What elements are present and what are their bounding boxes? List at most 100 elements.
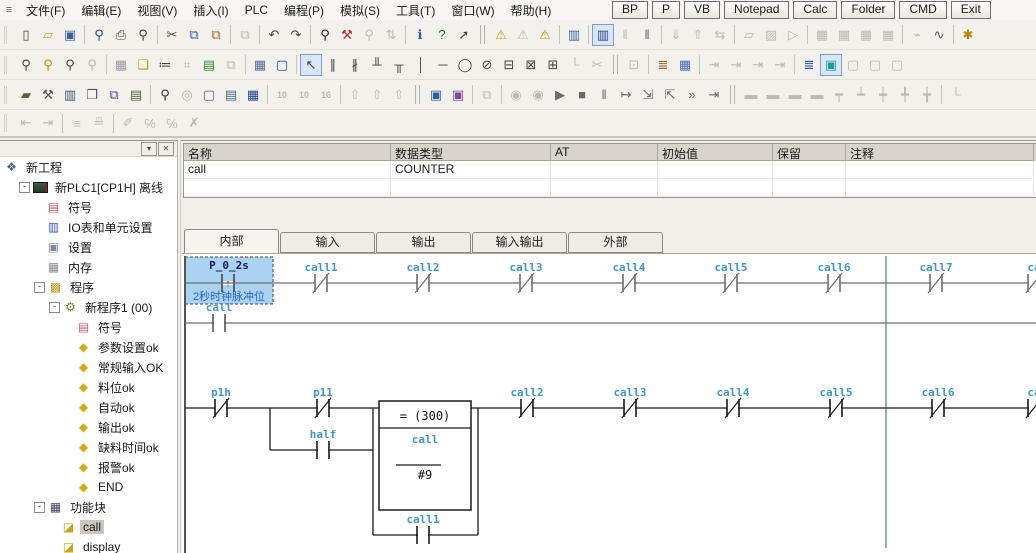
table-cell[interactable]: call [184, 161, 391, 179]
show-rung-annotations-icon[interactable]: ⊡ [623, 54, 645, 76]
about-icon[interactable]: ℹ [409, 24, 431, 46]
delete-line-icon[interactable]: ✂ [586, 54, 608, 76]
new-or-closed-contact-icon[interactable]: ╥ [388, 54, 410, 76]
menu-help[interactable]: 帮助(H) [503, 0, 560, 21]
find-next-icon[interactable]: ⚲ [358, 24, 380, 46]
rung-list-icon[interactable]: ≔ [154, 54, 176, 76]
table-cell[interactable] [846, 179, 1034, 197]
selected-cell-P_0_2s[interactable]: P_0_2s↑2秒时钟脉冲位 [185, 257, 273, 304]
find-icon[interactable]: ⚲ [314, 24, 336, 46]
force-set-icon[interactable]: ┿ [872, 84, 894, 106]
replace-icon[interactable]: ⚒ [336, 24, 358, 46]
monitor-in-rung-icon[interactable]: ▦ [674, 54, 696, 76]
table-header-cell[interactable]: 数据类型 [391, 144, 551, 161]
tab-outputs[interactable]: 输出 [376, 232, 471, 253]
menu-edit[interactable]: 编辑(E) [73, 0, 129, 21]
radix-signed-decimal-icon[interactable]: 10 [293, 84, 315, 106]
transfer-from-plc-icon[interactable]: ⇑ [687, 24, 709, 46]
cross-ref-report-icon[interactable]: ❐ [81, 84, 103, 106]
table-header-cell[interactable]: 注释 [846, 144, 1034, 161]
properties-icon[interactable]: ▤ [125, 84, 147, 106]
table-cell[interactable] [391, 179, 551, 197]
open-file-icon[interactable]: ▱ [37, 24, 59, 46]
tree-item-program-symbols[interactable]: ▤符号 [0, 317, 177, 337]
tree-item-symbols[interactable]: ▤符号 [0, 197, 177, 217]
expand-toggle-icon[interactable]: - [49, 302, 60, 313]
tree-item-new-program1[interactable]: -⚙新程序1 (00) [0, 297, 177, 317]
indent-icon[interactable]: ⇤ [15, 112, 37, 134]
new-coil-icon[interactable]: ◯ [454, 54, 476, 76]
force-off-icon[interactable]: ⇧ [366, 84, 388, 106]
rung2-contact-call6-4[interactable]: call6 [921, 386, 954, 418]
tree-view-icon[interactable]: ⧉ [220, 54, 242, 76]
watch-sheet-icon[interactable]: ▥ [59, 84, 81, 106]
pause-without-condition-icon[interactable]: ◉ [527, 84, 549, 106]
tree-item-section-alarm[interactable]: ◆报警ok [0, 457, 177, 477]
sim-scan-run-icon[interactable]: ⇥ [703, 84, 725, 106]
pen-off-icon[interactable]: ✗ [183, 112, 205, 134]
copy-to-clipboard-icon[interactable]: ⧉ [476, 84, 498, 106]
pen-icon[interactable]: ✐ [117, 112, 139, 134]
connect-line-icon[interactable]: └ [564, 54, 586, 76]
table-header-cell[interactable]: AT [551, 144, 658, 161]
rung2-contact-ca-5[interactable]: ca [1026, 386, 1036, 418]
tree-item-memory[interactable]: ▦内存 [0, 257, 177, 277]
compare-with-plc-icon[interactable]: ⇆ [709, 24, 731, 46]
rung2-contact-half[interactable]: half [310, 428, 337, 459]
hook-icon[interactable]: └ [945, 84, 967, 106]
rung1-contact-call4[interactable]: call4 [612, 261, 645, 293]
sim-continuous-step-icon[interactable]: » [681, 84, 703, 106]
watch-box-3-icon[interactable]: ▢ [864, 54, 886, 76]
menu-simulation[interactable]: 模拟(S) [332, 0, 388, 21]
launcher-p[interactable]: P [652, 1, 680, 19]
io-comment-view-icon[interactable]: ⌗ [176, 54, 198, 76]
compile-icon[interactable]: ⚠ [490, 24, 512, 46]
build-icon[interactable]: ⚒ [37, 84, 59, 106]
mnemonics-view-icon[interactable]: ▦ [249, 54, 271, 76]
align-lines-icon[interactable]: ≡ [66, 112, 88, 134]
zoom-fit-icon[interactable]: ⚲ [15, 54, 37, 76]
rung1-contact-call3[interactable]: call3 [509, 261, 542, 293]
cut-icon[interactable]: ✂ [161, 24, 183, 46]
new-closed-coil-icon[interactable]: ⊘ [476, 54, 498, 76]
io-monitor-3-icon[interactable]: ▬ [784, 84, 806, 106]
simulator-pause-icon[interactable]: ‖ [614, 24, 636, 46]
dock-menu-icon[interactable]: ▾ [141, 142, 157, 156]
menu-tools[interactable]: 工具(T) [388, 0, 443, 21]
table-header-cell[interactable]: 名称 [184, 144, 391, 161]
table-cell[interactable] [551, 161, 658, 179]
local-symbols-icon[interactable]: ⧉ [103, 84, 125, 106]
rung1-contact-call7[interactable]: call7 [919, 261, 952, 293]
help-icon[interactable]: ? [431, 24, 453, 46]
transfer-settings-icon[interactable]: ▣ [447, 84, 469, 106]
watch-box-2-icon[interactable]: ▢ [842, 54, 864, 76]
new-closed-instruction-icon[interactable]: ⊠ [520, 54, 542, 76]
new-closed-contact-icon[interactable]: ∦ [344, 54, 366, 76]
pause-icon[interactable]: ‖ [636, 24, 658, 46]
table-cell[interactable] [658, 161, 773, 179]
menu-plc[interactable]: PLC [237, 1, 276, 19]
tree-item-new-project[interactable]: ❖新工程 [0, 157, 177, 177]
tree-item-fb-display[interactable]: ◪display [0, 537, 177, 553]
monitor-window-icon[interactable]: ▦ [811, 24, 833, 46]
rung-manager-icon[interactable]: ▤ [198, 54, 220, 76]
tree-item-section-input[interactable]: ◆常规输入OK [0, 357, 177, 377]
table-cell[interactable]: COUNTER [391, 161, 551, 179]
rung1-contact-ca[interactable]: ca [1026, 261, 1036, 293]
copy-icon[interactable]: ⧉ [183, 24, 205, 46]
pause-with-condition-icon[interactable]: ◉ [505, 84, 527, 106]
table-cell[interactable] [773, 179, 846, 197]
table-header-cell[interactable]: 初始值 [658, 144, 773, 161]
new-horizontal-icon[interactable]: ─ [432, 54, 454, 76]
tree-item-section-auto[interactable]: ◆自动ok [0, 397, 177, 417]
print-preview-icon[interactable]: ⚲ [88, 24, 110, 46]
io-comment-icon[interactable]: ✱ [957, 24, 979, 46]
menu-window[interactable]: 窗口(W) [443, 0, 502, 21]
context-help-icon[interactable]: ➚ [453, 24, 475, 46]
new-or-contact-icon[interactable]: ╨ [366, 54, 388, 76]
launcher-vb[interactable]: VB [684, 1, 720, 19]
percent-2-icon[interactable]: ℅ [161, 112, 183, 134]
tree-item-fb-call[interactable]: ◪call [0, 517, 177, 537]
save-icon[interactable]: ▣ [59, 24, 81, 46]
paste-icon[interactable]: ⧉ [205, 24, 227, 46]
